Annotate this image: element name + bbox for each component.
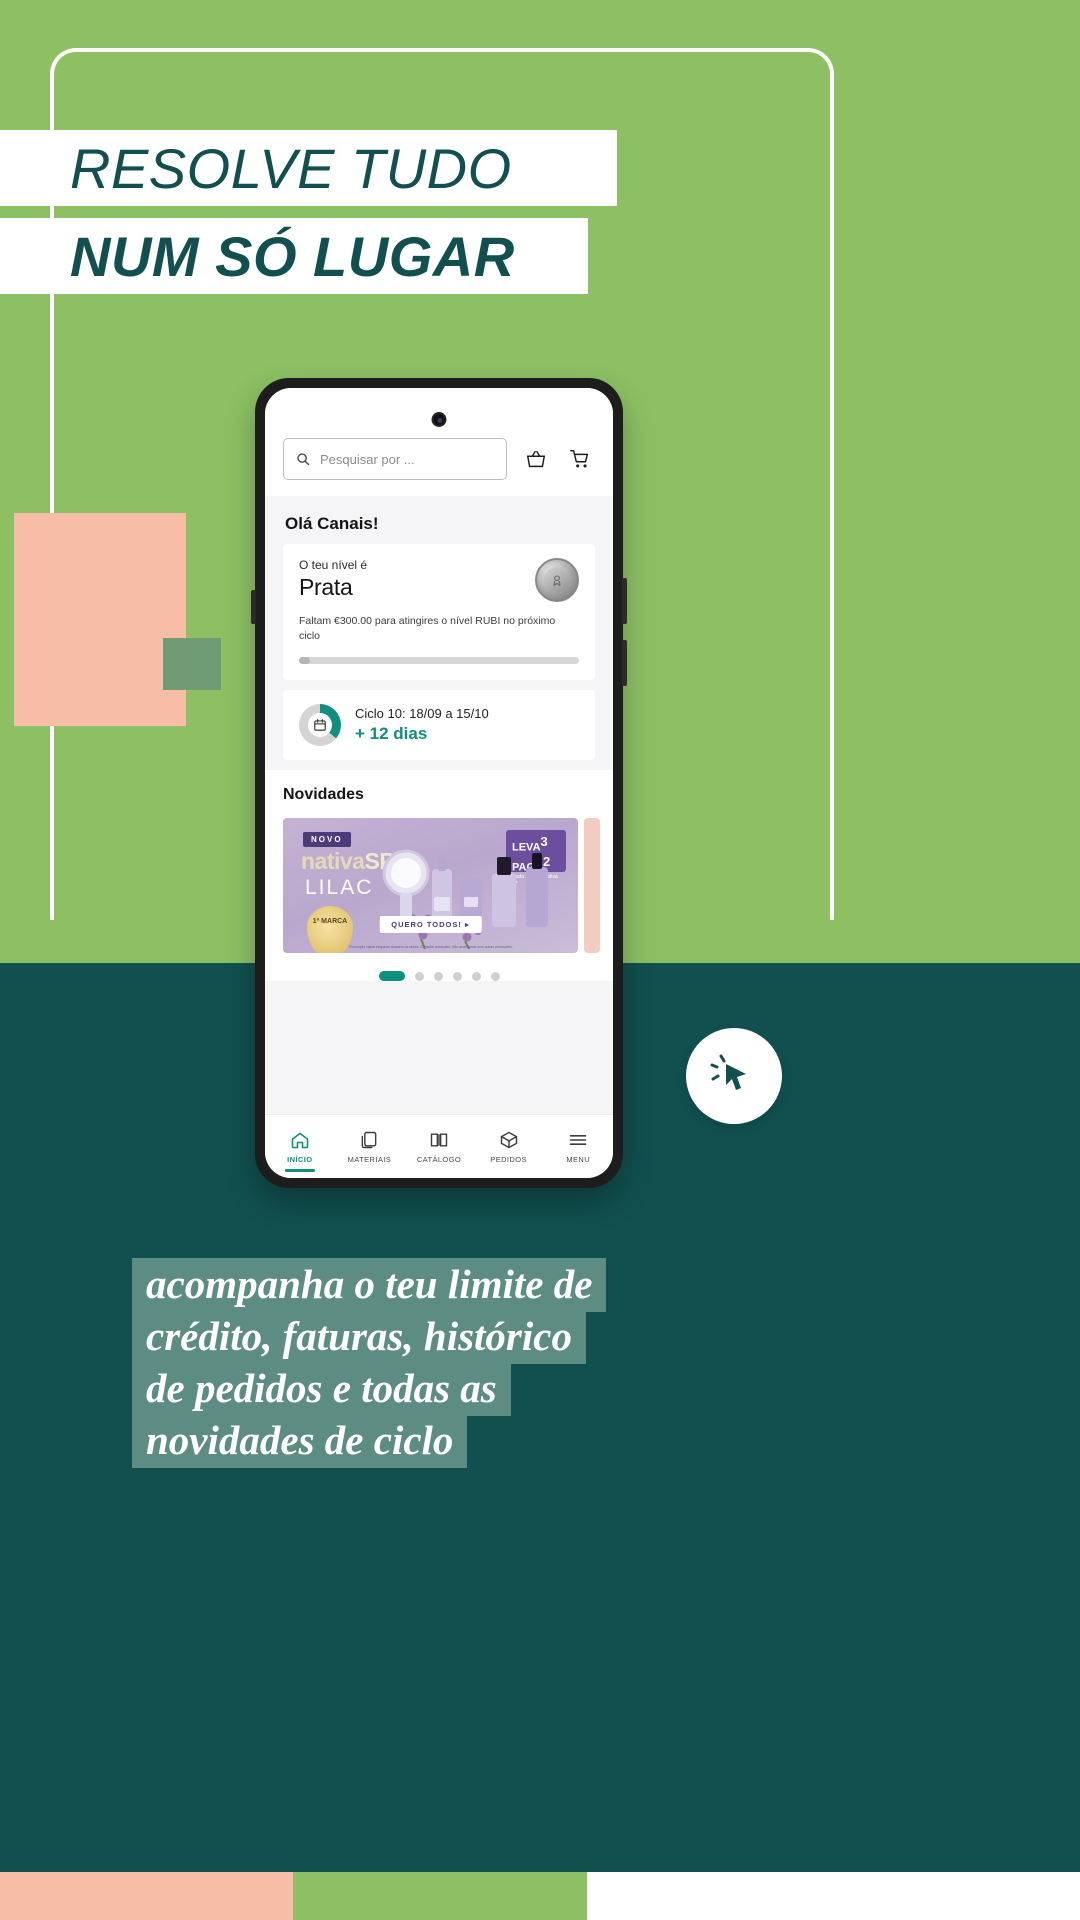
carousel-dot-2[interactable] xyxy=(414,971,424,981)
nav-label-catalogo: CATÁLOGO xyxy=(416,1154,462,1164)
level-value: Prata xyxy=(299,574,353,600)
carousel-dot-3[interactable] xyxy=(433,971,443,981)
level-card[interactable]: O teu nível é Prata Faltam €300.00 para … xyxy=(283,544,595,681)
carousel-dot-6[interactable] xyxy=(490,971,500,981)
footer-stripe-peach xyxy=(0,1872,293,1920)
phone-volume-up-button xyxy=(622,578,627,624)
nav-item-materiais[interactable]: MATERIAIS xyxy=(335,1115,405,1178)
news-section: Novidades NOVO nativaSPA LILAC 1ª MARCA … xyxy=(265,770,613,982)
nav-label-materiais: MATERIAIS xyxy=(347,1154,392,1164)
cycle-progress-donut xyxy=(299,704,341,747)
promo-banner-nativa-spa-lilac[interactable]: NOVO nativaSPA LILAC 1ª MARCA LEVA3 PAGA… xyxy=(283,818,578,954)
news-title: Novidades xyxy=(283,786,364,804)
nav-label-inicio: INÍCIO xyxy=(287,1154,313,1164)
click-cursor-icon xyxy=(686,1028,782,1124)
footer-stripe-white xyxy=(587,1872,1080,1920)
carousel-dot-4[interactable] xyxy=(452,971,462,981)
app-header: Pesquisar por ... xyxy=(265,438,613,496)
status-bar xyxy=(265,388,613,438)
search-icon xyxy=(296,452,310,466)
copy-line-2: crédito, faturas, histórico xyxy=(132,1310,586,1364)
promo-legal-text: *Promoção válida enquanto durarem os sto… xyxy=(348,944,513,949)
copy-line-4: novidades de ciclo xyxy=(132,1414,468,1468)
bottom-navigation: INÍCIO MATERIAIS CATÁLOGO PEDIDOS MENU xyxy=(265,1114,613,1178)
carousel-dots[interactable] xyxy=(283,953,595,982)
silver-medal-icon xyxy=(535,558,579,602)
phone-screen: Pesquisar por ... Olá Canais! O teu níve… xyxy=(265,388,613,1178)
calendar-icon xyxy=(299,704,341,746)
search-input[interactable]: Pesquisar por ... xyxy=(283,438,507,480)
cycle-card[interactable]: Ciclo 10: 18/09 a 15/10 + 12 dias xyxy=(283,690,595,761)
news-carousel[interactable]: NOVO nativaSPA LILAC 1ª MARCA LEVA3 PAGA… xyxy=(283,818,600,954)
phone-power-button xyxy=(251,590,256,624)
nav-label-pedidos: PEDIDOS xyxy=(490,1154,527,1164)
promo-new-tag: NOVO xyxy=(303,832,351,848)
decorative-peach-rectangle xyxy=(14,513,186,726)
promo-banner-next-peek[interactable] xyxy=(584,818,600,954)
documents-icon xyxy=(359,1130,379,1150)
level-label: O teu nível é xyxy=(299,558,368,572)
footer-stripe-green xyxy=(293,1872,587,1920)
copy-line-3: de pedidos e todas as xyxy=(132,1362,511,1416)
nav-item-menu[interactable]: MENU xyxy=(543,1115,613,1178)
headline-line-2: NUM SÓ LUGAR xyxy=(0,218,588,294)
level-progress-fill xyxy=(299,657,311,665)
headline-line-1: RESOLVE TUDO xyxy=(0,130,617,206)
level-progress-bar xyxy=(299,657,579,665)
cart-icon[interactable] xyxy=(565,444,595,474)
cycle-days-remaining: + 12 dias xyxy=(355,724,428,744)
phone-volume-down-button xyxy=(622,640,627,686)
nav-item-catalogo[interactable]: CATÁLOGO xyxy=(404,1115,474,1178)
nav-item-inicio[interactable]: INÍCIO xyxy=(265,1115,335,1178)
hamburger-icon xyxy=(568,1130,588,1150)
phone-mockup: Pesquisar por ... Olá Canais! O teu níve… xyxy=(251,378,627,1188)
basket-icon[interactable] xyxy=(521,444,551,474)
copy-line-1: acompanha o teu limite de xyxy=(132,1258,607,1312)
nav-item-pedidos[interactable]: PEDIDOS xyxy=(474,1115,544,1178)
level-progress-note: Faltam €300.00 para atingires o nível RU… xyxy=(299,615,556,643)
carousel-dot-5[interactable] xyxy=(471,971,481,981)
search-placeholder-text: Pesquisar por ... xyxy=(320,451,415,467)
decorative-sage-square xyxy=(163,638,221,690)
cycle-range-text: Ciclo 10: 18/09 a 15/10 xyxy=(355,706,489,722)
nav-active-indicator xyxy=(284,1169,315,1172)
promo-product-line: LILAC xyxy=(305,876,374,900)
nav-label-menu: MENU xyxy=(566,1154,591,1164)
front-camera-punchhole xyxy=(431,412,447,427)
promo-cta-button[interactable]: QUERO TODOS! ▸ xyxy=(379,916,482,934)
book-icon xyxy=(429,1130,449,1150)
box-icon xyxy=(499,1130,519,1150)
greeting-text: Olá Canais! xyxy=(265,496,613,544)
home-icon xyxy=(290,1130,310,1150)
carousel-dot-1[interactable] xyxy=(378,971,405,982)
promo-seal-text: 1ª MARCA xyxy=(312,918,348,926)
